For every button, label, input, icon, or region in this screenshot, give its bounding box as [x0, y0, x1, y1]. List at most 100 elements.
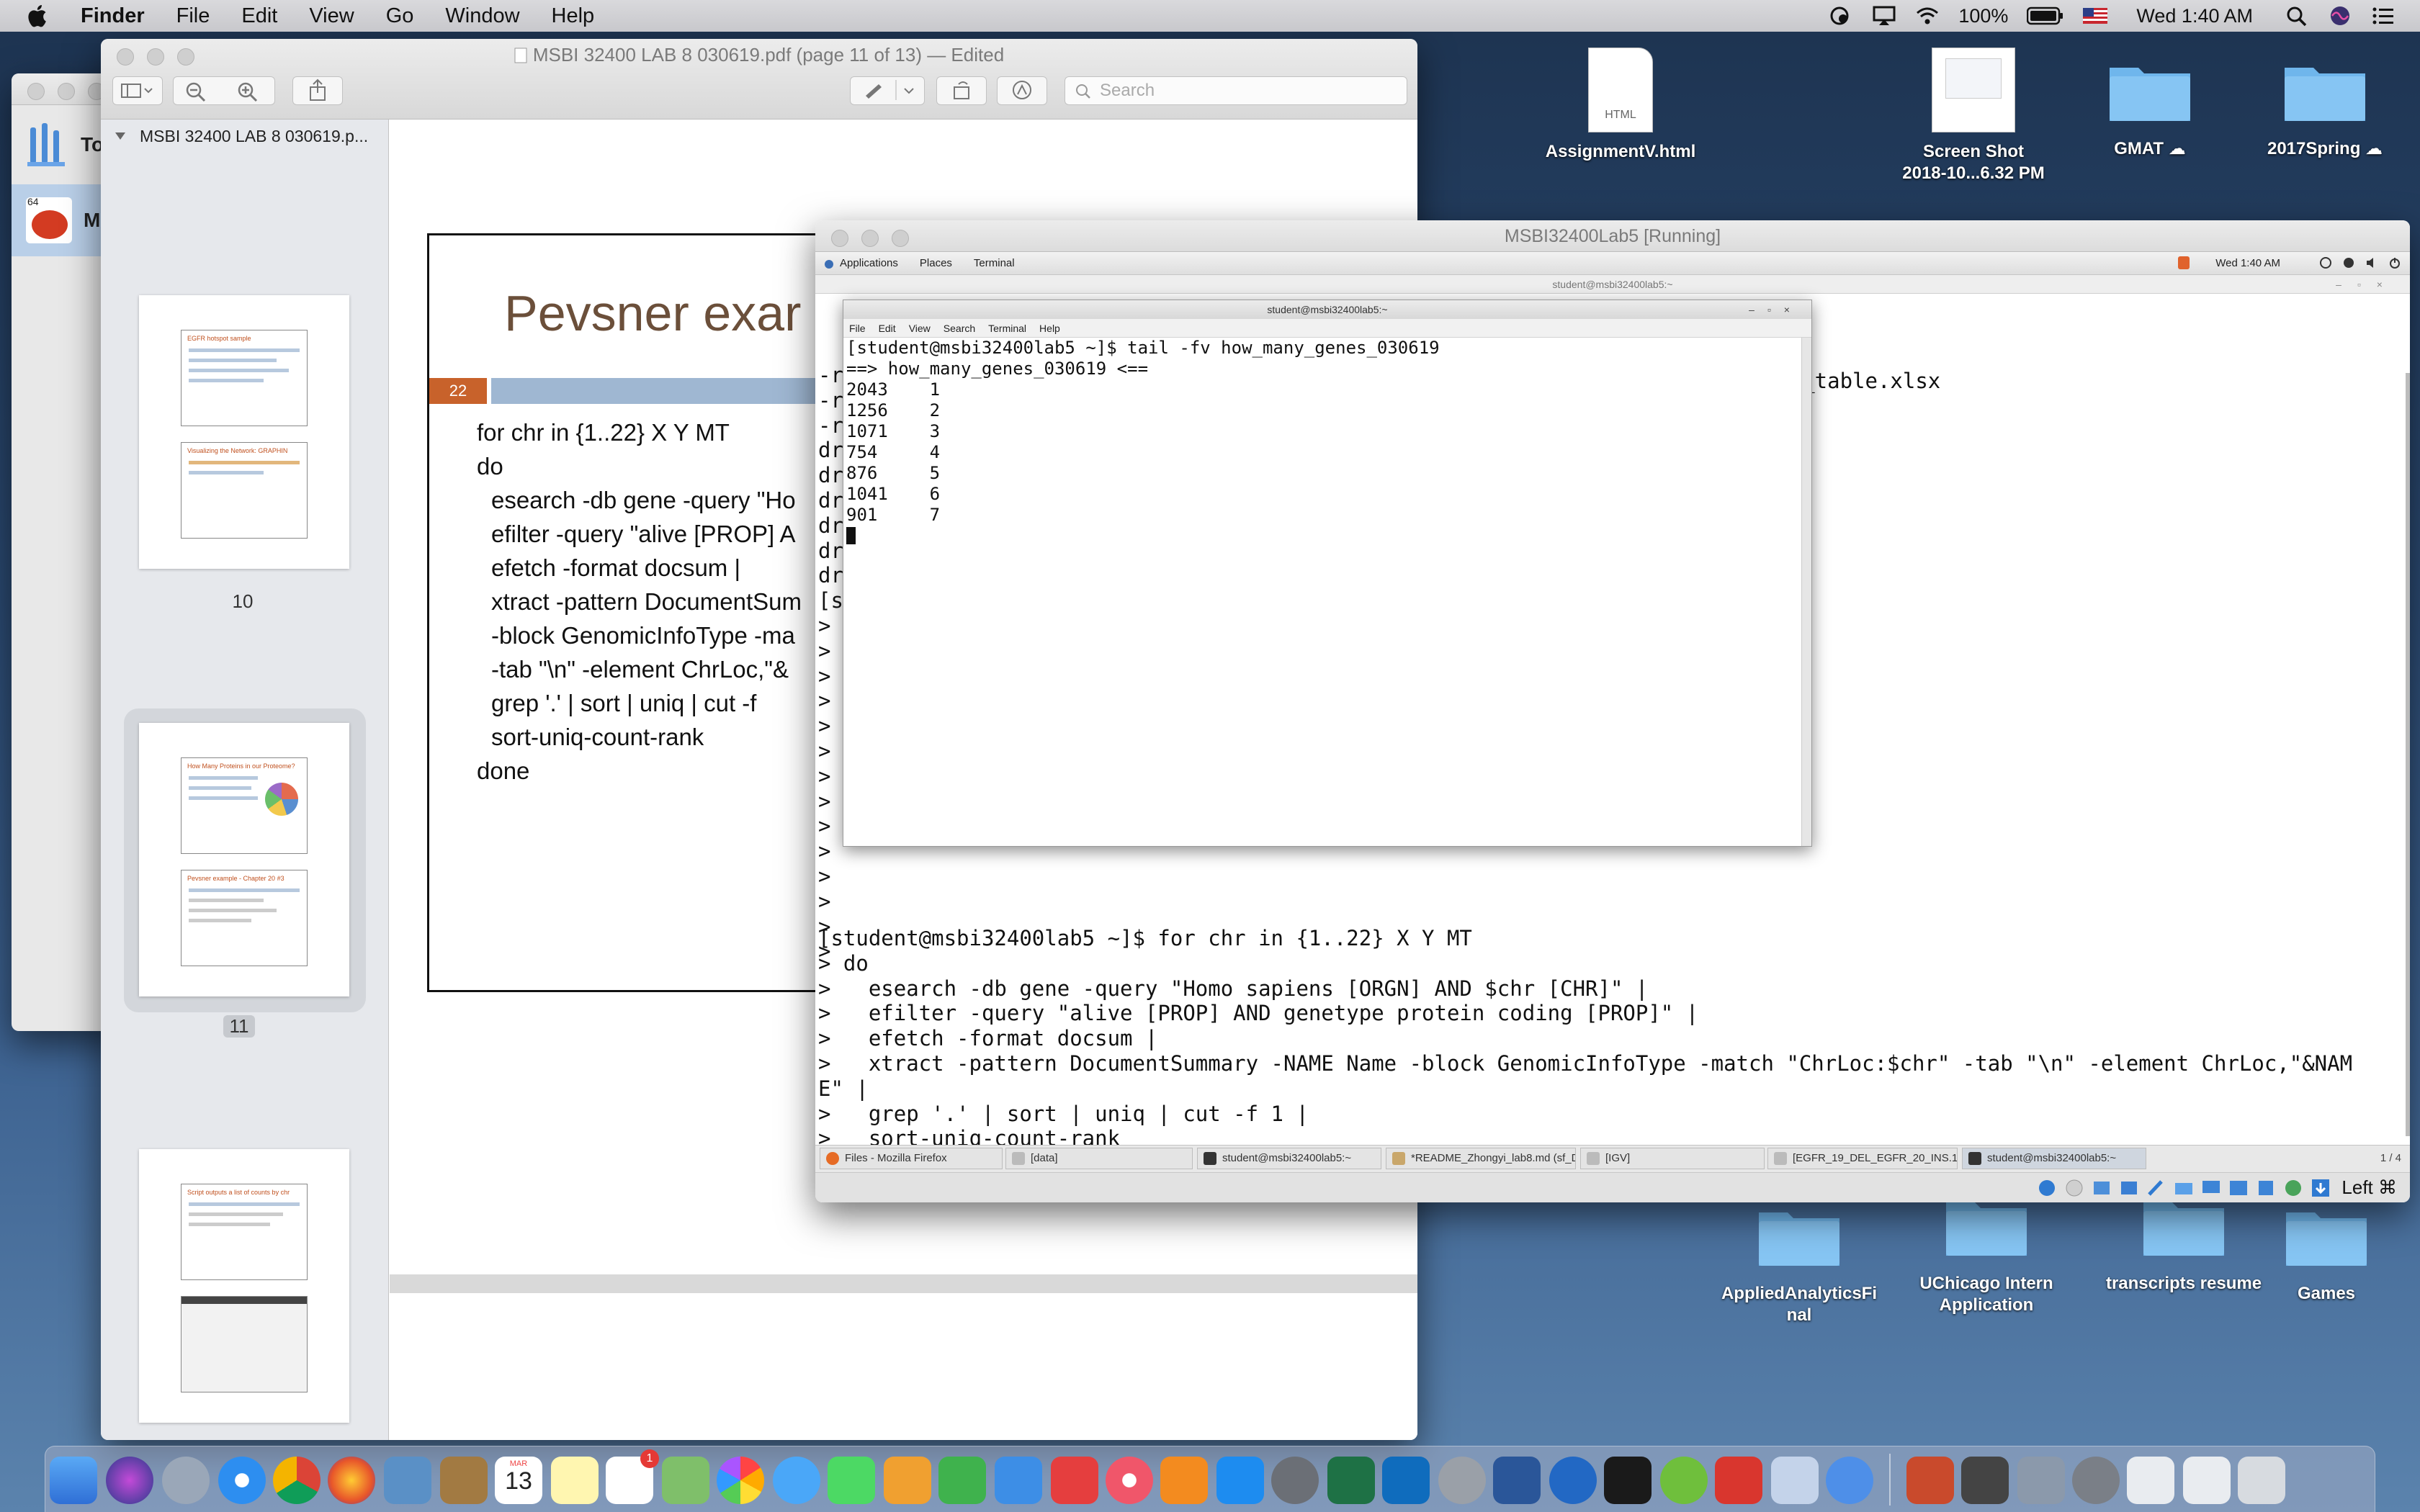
tex-icon[interactable] — [2072, 1457, 2120, 1504]
menu-edit[interactable]: Edit — [241, 4, 277, 28]
display-status-icon[interactable] — [2200, 1177, 2222, 1199]
cytoscape-icon[interactable] — [1660, 1457, 1708, 1504]
airplay-icon[interactable] — [1872, 5, 1896, 27]
quicktime-icon[interactable] — [1438, 1457, 1486, 1504]
safari-icon[interactable] — [218, 1457, 266, 1504]
desktop-icon-uchicago[interactable]: UChicago Intern Application — [1907, 1192, 2066, 1316]
trash-icon[interactable] — [2238, 1457, 2285, 1504]
network-icon[interactable] — [2319, 256, 2332, 269]
back-terminal-scrollbar[interactable] — [2406, 373, 2410, 1136]
task-egfr[interactable]: [EGFR_19_DEL_EGFR_20_INS.143... — [1767, 1148, 1958, 1169]
task-terminal-1[interactable]: student@msbi32400lab5:~ — [1197, 1148, 1381, 1169]
screen-recording-icon[interactable] — [1961, 1457, 2009, 1504]
zoom-button[interactable] — [892, 230, 909, 247]
spotlight-search-icon[interactable] — [2285, 5, 2309, 27]
keyboard-capture-icon[interactable] — [2310, 1177, 2331, 1199]
zoom-out-icon[interactable] — [185, 81, 207, 102]
front-terminal-controls[interactable]: –▫× — [1749, 300, 1803, 319]
photos-icon[interactable] — [717, 1457, 764, 1504]
menubar-clock[interactable]: Wed 1:40 AM — [2136, 5, 2253, 27]
terminal-menu-file[interactable]: File — [849, 323, 866, 334]
notes-icon[interactable] — [551, 1457, 599, 1504]
host-key-label[interactable]: Left ⌘ — [2341, 1176, 2397, 1199]
r-icon[interactable] — [1549, 1457, 1597, 1504]
zoom-in-icon[interactable] — [237, 81, 259, 102]
shared-folders-icon[interactable] — [2173, 1177, 2195, 1199]
launchpad-icon[interactable] — [162, 1457, 210, 1504]
menu-go[interactable]: Go — [386, 4, 414, 28]
chrome-app-icon[interactable] — [1826, 1457, 1873, 1504]
desktop-icon-transcripts-resume[interactable]: transcripts resume — [2105, 1192, 2263, 1295]
search-field[interactable]: Search — [1065, 76, 1407, 105]
creative-cloud-icon[interactable] — [1829, 5, 1853, 27]
desktop-icon-screenshot[interactable]: Screen Shot 2018-10...6.32 PM — [1894, 48, 2053, 184]
front-terminal-scrollbar[interactable] — [1801, 338, 1811, 846]
volume-icon[interactable] — [2365, 256, 2378, 269]
task-igv[interactable]: [IGV] — [1580, 1148, 1765, 1169]
gnome-menu-terminal[interactable]: Terminal — [974, 257, 1015, 269]
desktop-icon-gmat[interactable]: GMAT ☁ — [2071, 58, 2229, 160]
page-thumbnail-11[interactable]: How Many Proteins in our Proteome? Pevsn… — [139, 723, 349, 996]
numbers-icon[interactable] — [938, 1457, 986, 1504]
flag-us-icon[interactable] — [2083, 8, 2108, 24]
siri-icon[interactable] — [106, 1457, 153, 1504]
terminal-menu-search[interactable]: Search — [944, 323, 975, 334]
finder-icon[interactable] — [50, 1457, 97, 1504]
page-thumbnail-10[interactable]: EGFR hotspot sample Visualizing the Netw… — [139, 295, 349, 569]
keynote-icon[interactable] — [995, 1457, 1042, 1504]
terminal-menu-view[interactable]: View — [909, 323, 931, 334]
front-terminal-window[interactable]: student@msbi32400lab5:~ –▫× File Edit Vi… — [843, 300, 1812, 847]
menu-finder[interactable]: Finder — [81, 4, 145, 28]
firefox-icon[interactable] — [328, 1457, 375, 1504]
gnome-menu-applications[interactable]: Applications — [840, 257, 898, 269]
share-button[interactable] — [292, 76, 343, 105]
terminal-menu-help[interactable]: Help — [1039, 323, 1060, 334]
minimize-button[interactable] — [861, 230, 879, 247]
mouse-integration-icon[interactable] — [2282, 1177, 2304, 1199]
messages-icon[interactable] — [773, 1457, 820, 1504]
close-button[interactable] — [831, 230, 848, 247]
pages-icon[interactable] — [884, 1457, 931, 1504]
outlook-icon[interactable] — [1382, 1457, 1430, 1504]
task-data-folder[interactable]: [data] — [1005, 1148, 1193, 1169]
gnome-menu-places[interactable]: Places — [920, 257, 952, 269]
audio-status-icon[interactable] — [2091, 1177, 2112, 1199]
front-terminal-content[interactable]: [student@msbi32400lab5 ~]$ tail -fv how_… — [843, 338, 1801, 846]
calendar-icon[interactable]: MAR 13 — [495, 1457, 542, 1504]
wifi-icon[interactable] — [1915, 5, 1940, 27]
books-icon[interactable] — [1160, 1457, 1208, 1504]
reminders-icon[interactable]: 1 — [606, 1449, 659, 1504]
app-store-icon[interactable] — [1216, 1457, 1264, 1504]
notification-center-icon[interactable] — [2371, 5, 2396, 27]
accessibility-icon[interactable] — [2342, 256, 2355, 269]
gnome-clock[interactable]: Wed 1:40 AM — [2215, 257, 2280, 269]
page-thumbnail-12[interactable]: Script outputs a list of counts by chr — [139, 1149, 349, 1423]
task-readme-editor[interactable]: *README_Zhongyi_lab8.md (sf_De... — [1386, 1148, 1576, 1169]
workspace-indicator[interactable]: 1 / 4 — [2380, 1152, 2401, 1164]
markup-toolbar-button[interactable] — [850, 76, 925, 105]
powerpoint-icon[interactable] — [1906, 1457, 1954, 1504]
news-icon[interactable] — [1051, 1457, 1098, 1504]
sidebar-toggle-button[interactable] — [112, 76, 163, 105]
task-terminal-2-active[interactable]: student@msbi32400lab5:~ — [1962, 1148, 2146, 1169]
pycharm-icon[interactable] — [1604, 1457, 1652, 1504]
itunes-icon[interactable] — [1106, 1457, 1153, 1504]
video-capture-icon[interactable] — [2228, 1177, 2249, 1199]
window-controls[interactable]: –▫× — [2336, 275, 2398, 294]
terminal-menu-edit[interactable]: Edit — [879, 323, 896, 334]
battery-icon[interactable] — [2027, 6, 2064, 25]
document-stack-icon[interactable] — [2127, 1457, 2174, 1504]
desktop-icon-assignment-html[interactable]: HTML AssignmentV.html — [1541, 48, 1700, 163]
chrome-icon[interactable] — [273, 1457, 321, 1504]
virtualbox-window[interactable]: MSBI32400Lab5 [Running] Applications Pla… — [815, 220, 2410, 1202]
sidebar-document-row[interactable]: MSBI 32400 LAB 8 030619.p... — [101, 120, 388, 153]
desktop-icon-appliedanalytics[interactable]: AppliedAnalyticsFi nal — [1720, 1202, 1878, 1326]
siri-icon[interactable] — [2328, 5, 2352, 27]
menu-file[interactable]: File — [176, 4, 210, 28]
contacts-icon[interactable] — [440, 1457, 488, 1504]
desktop-icon-2017spring[interactable]: 2017Spring ☁ — [2246, 58, 2404, 160]
menu-help[interactable]: Help — [552, 4, 595, 28]
downloads-stack-icon[interactable] — [2183, 1457, 2231, 1504]
system-preferences-icon[interactable] — [1271, 1457, 1319, 1504]
desktop-icon-games[interactable]: Games — [2247, 1202, 2406, 1305]
